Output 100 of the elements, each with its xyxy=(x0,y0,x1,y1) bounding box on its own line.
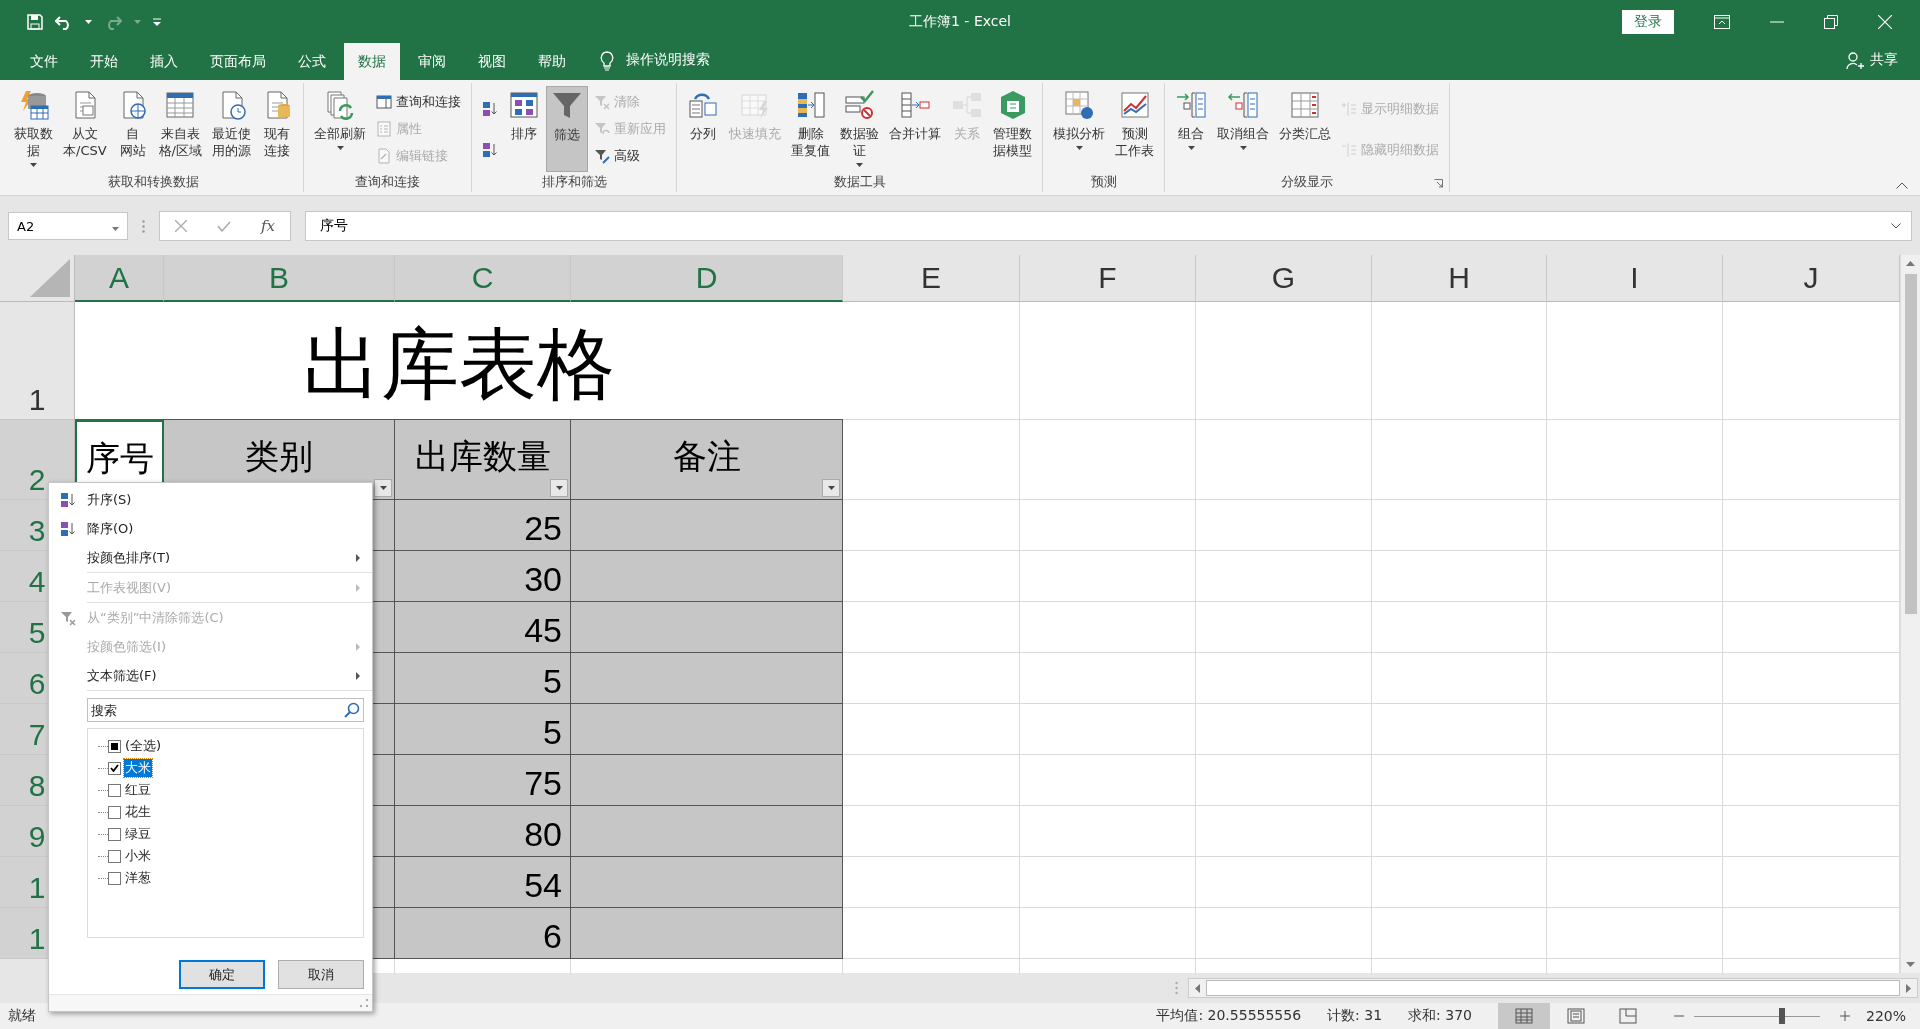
group-label: 查询和连接 xyxy=(355,173,420,191)
filter-dropdown-button[interactable] xyxy=(822,479,840,497)
caret-icon xyxy=(379,486,387,490)
slider-thumb[interactable] xyxy=(1779,1008,1786,1024)
save-icon[interactable] xyxy=(27,13,43,30)
filter-value[interactable]: (全选) xyxy=(124,737,163,755)
checkbox[interactable] xyxy=(108,805,121,819)
ribbon-button[interactable]: 模拟分析 xyxy=(1049,86,1109,172)
ribbon-button[interactable]: 管理数 据模型 xyxy=(989,86,1036,172)
grid-icon xyxy=(1063,89,1095,121)
ribbon-button[interactable]: 现有 连接 xyxy=(257,86,297,172)
ribbon-tab[interactable]: 帮助 xyxy=(524,43,580,80)
filter-dropdown-button[interactable] xyxy=(550,479,568,497)
ribbon-button[interactable]: 筛选 xyxy=(546,86,588,172)
ribbon-tab[interactable]: 文件 xyxy=(16,43,72,80)
column-header[interactable]: E xyxy=(843,255,1020,302)
filter-value[interactable]: 红豆 xyxy=(124,781,152,799)
restore-icon[interactable] xyxy=(1824,14,1838,29)
filter-dropdown-button[interactable] xyxy=(374,479,392,497)
ribbon-button[interactable]: 分列 xyxy=(683,86,723,172)
checkbox[interactable] xyxy=(108,739,121,753)
link-icon xyxy=(376,148,392,165)
column-header[interactable]: G xyxy=(1196,255,1372,302)
ribbon-tab[interactable]: 开始 xyxy=(76,43,132,80)
column-header[interactable]: H xyxy=(1372,255,1547,302)
close-icon[interactable] xyxy=(1878,14,1892,29)
scroll-up-icon[interactable] xyxy=(1906,261,1915,266)
ribbon-button[interactable]: 全部刷新 xyxy=(310,86,370,172)
ribbon-button[interactable]: 高级 xyxy=(594,145,666,168)
ribbon-button[interactable]: 删除 重复值 xyxy=(787,86,834,172)
ribbon-button[interactable]: 来自表 格/区域 xyxy=(154,86,206,172)
ribbon-button[interactable]: 排序 xyxy=(504,86,544,172)
ribbon-tab[interactable]: 页面布局 xyxy=(196,43,280,80)
drag-handle-icon[interactable] xyxy=(142,219,145,233)
name-box[interactable]: A2 xyxy=(8,212,128,240)
enter-icon[interactable] xyxy=(216,220,231,232)
checkbox[interactable] xyxy=(108,761,121,775)
filter-value[interactable]: 绿豆 xyxy=(124,825,152,843)
ribbon-button[interactable]: 查询和连接 xyxy=(376,90,461,113)
ribbon-button[interactable]: 获取数 据 xyxy=(10,86,57,172)
filter-value[interactable]: 大米 xyxy=(124,759,152,777)
row-header[interactable]: 1 xyxy=(0,302,75,420)
search-field[interactable]: 搜索 xyxy=(87,698,364,722)
column-header[interactable]: J xyxy=(1723,255,1900,302)
column-header[interactable]: F xyxy=(1020,255,1196,302)
ribbon-button[interactable]: 取消组合 xyxy=(1213,86,1273,172)
ribbon-tab[interactable]: 插入 xyxy=(136,43,192,80)
caret-icon[interactable] xyxy=(85,19,92,24)
ribbon-button[interactable]: 最近使 用的源 xyxy=(208,86,255,172)
checkbox[interactable] xyxy=(108,783,121,797)
checkbox[interactable] xyxy=(108,849,121,863)
ribbon-button[interactable]: 分类汇总 xyxy=(1275,86,1335,172)
checkbox[interactable] xyxy=(108,827,121,841)
checkbox[interactable] xyxy=(108,871,121,885)
scroll-left-icon[interactable] xyxy=(1195,983,1200,993)
group-label: 数据工具 xyxy=(833,173,886,191)
ribbon-button[interactable]: 从文 本/CSV xyxy=(59,86,111,172)
scroll-right-icon[interactable] xyxy=(1906,983,1911,993)
insert-function-button[interactable]: fx xyxy=(260,217,275,235)
column-header[interactable]: I xyxy=(1547,255,1723,302)
dialog-button[interactable]: 确定 xyxy=(179,960,265,989)
customize-icon[interactable] xyxy=(153,17,161,26)
ribbon-button[interactable]: 组合 xyxy=(1171,86,1211,172)
caret-icon xyxy=(1187,146,1195,150)
column-header[interactable]: B xyxy=(164,255,395,302)
sort-descending-icon xyxy=(482,141,498,158)
scroll-down-icon[interactable] xyxy=(1906,962,1915,967)
minimize-icon[interactable] xyxy=(1770,20,1784,23)
ribbon-tab[interactable]: 审阅 xyxy=(404,43,460,80)
scrollbar-thumb[interactable] xyxy=(1206,980,1900,996)
view-button[interactable] xyxy=(1497,1003,1550,1029)
cancel-icon[interactable] xyxy=(175,220,187,232)
row-header[interactable]: 2 xyxy=(0,420,75,500)
collapse-ribbon-icon[interactable] xyxy=(1896,182,1908,189)
clear-filter-icon xyxy=(60,609,76,626)
ribbon-button[interactable]: 自 网站 xyxy=(112,86,153,172)
dialog-button[interactable]: 取消 xyxy=(278,960,364,989)
sign-in-button[interactable]: 登录 xyxy=(1622,9,1674,34)
expand-icon[interactable] xyxy=(1891,223,1901,229)
column-header[interactable]: C xyxy=(395,255,571,302)
share-button[interactable]: 共享 xyxy=(1864,51,1920,80)
ribbon-tab[interactable]: 公式 xyxy=(284,43,340,80)
formula-field[interactable]: 序号 xyxy=(305,211,1912,241)
ribbon-button[interactable]: 预测 工作表 xyxy=(1111,86,1158,172)
zoom-in-icon[interactable] xyxy=(1839,1011,1850,1021)
dialog-launcher-icon[interactable] xyxy=(1434,179,1443,188)
table-cell: 80 xyxy=(395,806,571,857)
ribbon-button[interactable]: 数据验 证 xyxy=(836,86,883,172)
tell-me-search[interactable]: 操作说明搜索 xyxy=(626,51,710,80)
ribbon-display-icon[interactable] xyxy=(1714,14,1730,29)
filter-value[interactable]: 小米 xyxy=(124,847,152,865)
ribbon-tab[interactable]: 数据 xyxy=(344,43,400,80)
ribbon-button[interactable]: 合并计算 xyxy=(885,86,945,172)
filter-value[interactable]: 花生 xyxy=(124,803,152,821)
scrollbar-thumb[interactable] xyxy=(1904,274,1917,614)
ribbon-tab[interactable]: 视图 xyxy=(464,43,520,80)
filter-value[interactable]: 洋葱 xyxy=(124,869,152,887)
column-header[interactable]: A xyxy=(75,255,164,302)
column-header[interactable]: D xyxy=(571,255,843,302)
resize-grip-icon[interactable] xyxy=(360,999,368,1007)
